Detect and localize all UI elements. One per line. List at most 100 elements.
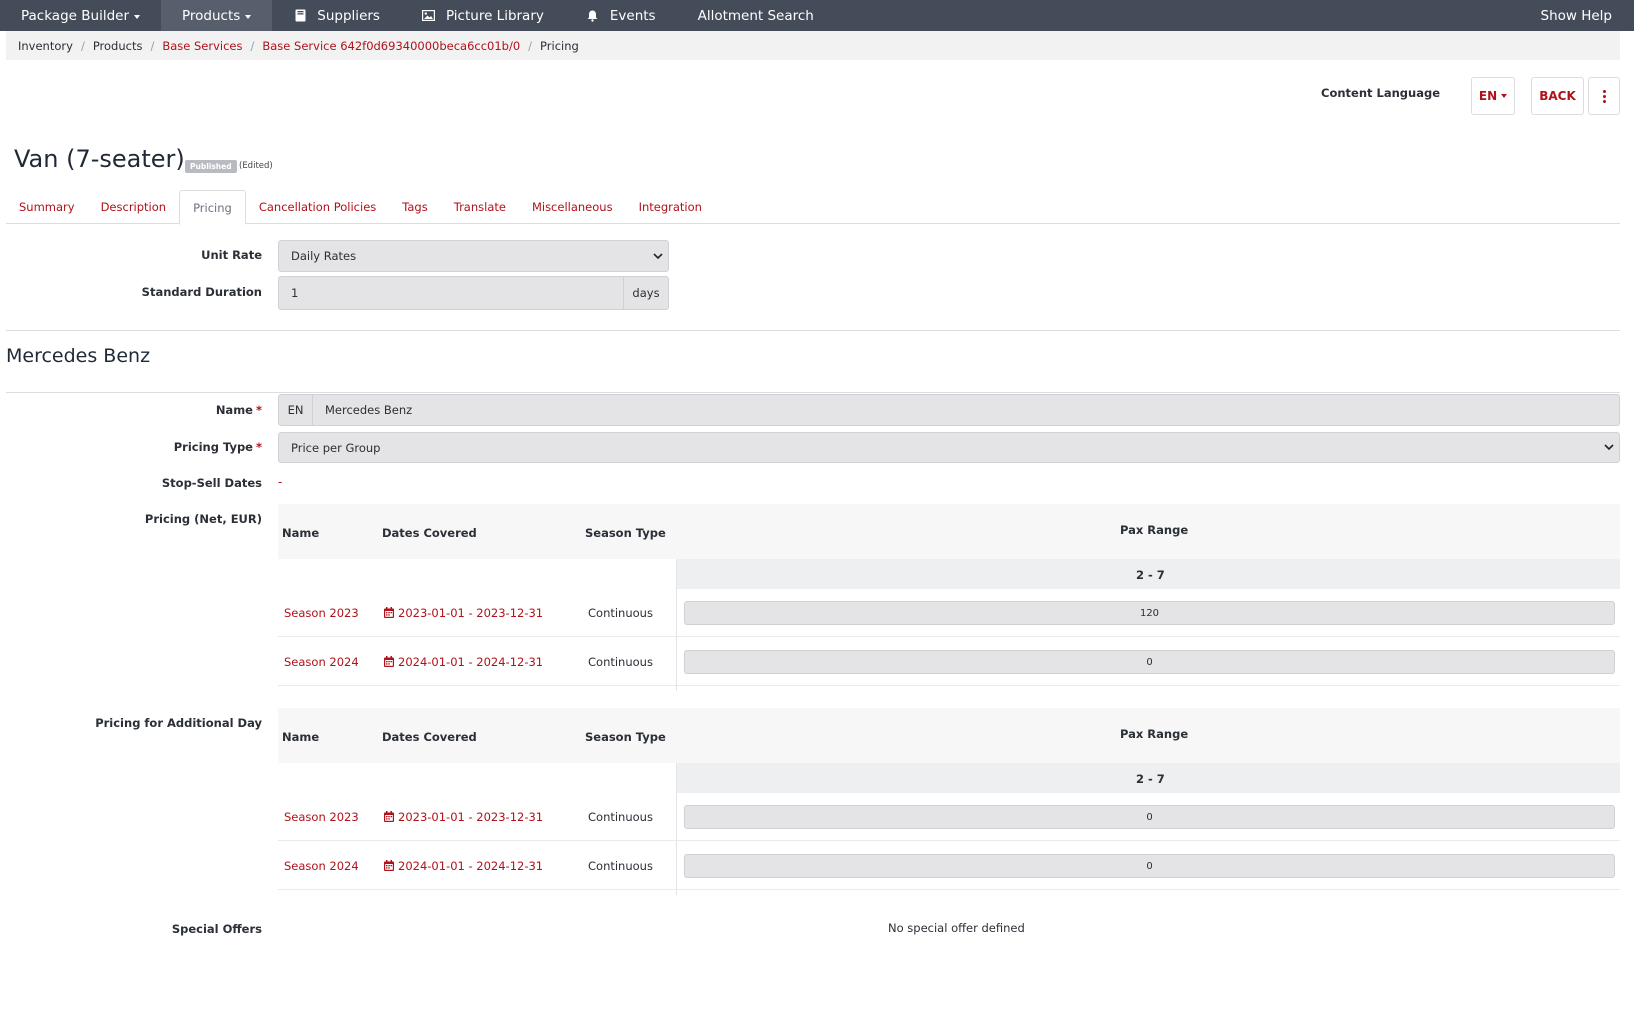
- breadcrumb-pricing: Pricing: [540, 38, 579, 53]
- season-type-value: Continuous: [588, 859, 653, 873]
- nav-show-help[interactable]: Show Help: [1520, 0, 1634, 31]
- price-input[interactable]: 0: [684, 854, 1615, 878]
- tab-miscellaneous[interactable]: Miscellaneous: [519, 190, 626, 224]
- tab-description[interactable]: Description: [88, 190, 180, 224]
- standard-duration-input[interactable]: 1 days: [278, 276, 669, 310]
- nav-suppliers-label: Suppliers: [317, 7, 380, 24]
- table-header: [278, 708, 1620, 763]
- breadcrumb-products[interactable]: Products: [93, 39, 143, 53]
- row-divider: [677, 636, 1620, 637]
- dates-covered-link[interactable]: 2024-01-01 - 2024-12-31: [384, 859, 543, 873]
- edited-indicator: (Edited): [239, 161, 273, 171]
- breadcrumb-base-services[interactable]: Base Services: [162, 39, 242, 53]
- nav-allotment-search-label: Allotment Search: [697, 7, 814, 24]
- season-type-value: Continuous: [588, 606, 653, 620]
- stop-sell-label: Stop-Sell Dates: [161, 476, 262, 490]
- breadcrumb-separator: /: [150, 38, 155, 53]
- duration-unit-addon: days: [623, 277, 668, 309]
- nav-suppliers[interactable]: Suppliers: [272, 0, 401, 31]
- nav-allotment-search[interactable]: Allotment Search: [677, 0, 835, 31]
- column-header-pax-range: Pax Range: [1120, 727, 1189, 741]
- breadcrumb: Inventory / Products / Base Services / B…: [6, 31, 1620, 60]
- price-input[interactable]: 120: [684, 601, 1615, 625]
- nav-package-builder[interactable]: Package Builder: [0, 0, 161, 31]
- top-navigation: Package Builder Products Suppliers Pictu…: [0, 0, 1634, 31]
- section-title: Mercedes Benz: [6, 345, 151, 367]
- row-divider: [278, 636, 676, 637]
- chevron-down-icon: [648, 252, 668, 260]
- column-header-dates: Dates Covered: [382, 730, 477, 744]
- calendar-icon: [384, 860, 394, 871]
- dates-covered-link[interactable]: 2023-01-01 - 2023-12-31: [384, 810, 543, 824]
- content-language-value: EN: [1478, 89, 1498, 103]
- season-type-value: Continuous: [588, 810, 653, 824]
- season-name-link[interactable]: Season 2023: [284, 606, 359, 620]
- back-button[interactable]: BACK: [1531, 77, 1584, 115]
- additional-day-label: Pricing for Additional Day: [95, 716, 262, 730]
- pricing-type-value: Price per Group: [291, 440, 381, 455]
- breadcrumb-inventory[interactable]: Inventory: [18, 39, 73, 53]
- pricing-label: Pricing (Net, EUR): [144, 512, 262, 526]
- pricing-type-label-text: Pricing Type: [173, 440, 253, 454]
- divider: [6, 392, 1620, 393]
- tab-tags[interactable]: Tags: [389, 190, 440, 224]
- status-badge: Published: [185, 160, 237, 173]
- additional-day-table: Name Dates Covered Season Type Pax Range…: [278, 708, 1620, 895]
- season-name-link[interactable]: Season 2024: [284, 655, 359, 669]
- nav-show-help-label: Show Help: [1540, 7, 1613, 24]
- breadcrumb-base-service[interactable]: Base Service 642f0d69340000beca6cc01b/0: [262, 39, 520, 53]
- breadcrumb-separator: /: [250, 38, 255, 53]
- calendar-icon: [384, 607, 394, 618]
- pricing-type-label: Pricing Type *: [0, 440, 262, 454]
- table-row: Season 2024 2024-01-01 - 2024-12-31 Cont…: [278, 842, 1620, 890]
- stop-sell-value[interactable]: -: [278, 475, 282, 489]
- required-marker: *: [255, 440, 262, 454]
- table-row: Season 2023 2023-01-01 - 2023-12-31 Cont…: [278, 589, 1620, 637]
- nav-package-builder-label: Package Builder: [21, 7, 129, 24]
- row-divider: [278, 685, 676, 686]
- name-language-prefix: EN: [279, 395, 313, 425]
- caret-down-icon: [134, 14, 140, 19]
- dates-covered-link[interactable]: 2023-01-01 - 2023-12-31: [384, 606, 543, 620]
- chevron-down-icon: [1599, 444, 1619, 451]
- tab-translate[interactable]: Translate: [441, 190, 519, 224]
- table-row: Season 2023 2023-01-01 - 2023-12-31 Cont…: [278, 793, 1620, 841]
- name-label: Name *: [0, 403, 262, 417]
- dates-covered-link[interactable]: 2024-01-01 - 2024-12-31: [384, 655, 543, 669]
- breadcrumb-separator: /: [80, 38, 85, 53]
- price-input[interactable]: 0: [684, 650, 1615, 674]
- book-icon: [293, 9, 307, 23]
- tab-cancellation-policies[interactable]: Cancellation Policies: [246, 190, 389, 224]
- tab-bar: Summary Description Pricing Cancellation…: [6, 190, 1620, 225]
- season-name-link[interactable]: Season 2023: [284, 810, 359, 824]
- pricing-table: Name Dates Covered Season Type Pax Range…: [278, 504, 1620, 691]
- breadcrumb-separator: /: [528, 38, 533, 53]
- required-marker: *: [255, 403, 262, 417]
- dates-covered-text: 2023-01-01 - 2023-12-31: [398, 810, 544, 824]
- nav-events[interactable]: Events: [565, 0, 677, 31]
- calendar-icon: [384, 656, 394, 667]
- nav-picture-library[interactable]: Picture Library: [401, 0, 565, 31]
- row-divider: [677, 889, 1620, 890]
- pricing-type-select[interactable]: Price per Group: [278, 432, 1620, 463]
- content-language-label: Content Language: [1321, 86, 1440, 100]
- nav-products[interactable]: Products: [161, 0, 273, 31]
- season-name-link[interactable]: Season 2024: [284, 859, 359, 873]
- season-type-value: Continuous: [588, 655, 653, 669]
- tab-pricing[interactable]: Pricing: [179, 190, 246, 225]
- nav-events-label: Events: [609, 7, 656, 24]
- nav-products-label: Products: [182, 7, 241, 24]
- name-input[interactable]: EN Mercedes Benz: [278, 394, 1620, 426]
- row-divider: [278, 840, 676, 841]
- unit-rate-select[interactable]: Daily Rates: [278, 240, 669, 272]
- tab-integration[interactable]: Integration: [626, 190, 715, 224]
- nav-picture-library-label: Picture Library: [445, 7, 544, 24]
- row-divider: [278, 889, 676, 890]
- price-input[interactable]: 0: [684, 805, 1615, 829]
- tab-summary[interactable]: Summary: [6, 190, 88, 224]
- special-offers-empty-text: No special offer defined: [888, 921, 1025, 935]
- kebab-menu-icon: [1602, 89, 1606, 103]
- content-language-dropdown[interactable]: EN: [1471, 77, 1515, 115]
- more-options-button[interactable]: [1588, 77, 1620, 115]
- dates-covered-text: 2024-01-01 - 2024-12-31: [398, 655, 544, 669]
